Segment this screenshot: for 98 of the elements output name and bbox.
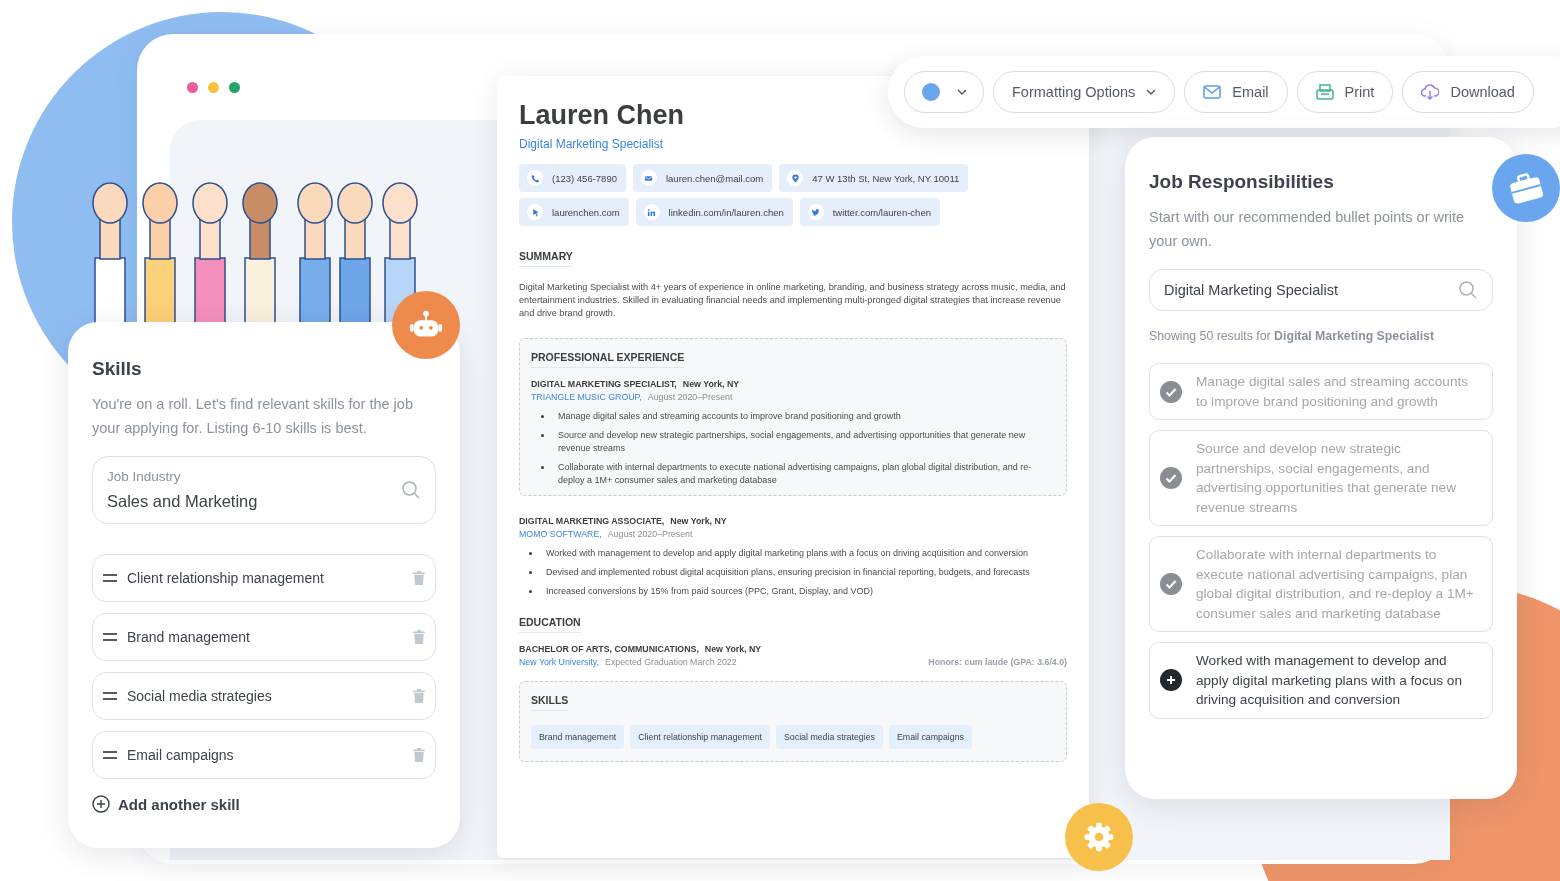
skill-name: Brand management [127,629,251,645]
chevron-down-icon[interactable] [957,89,967,95]
skill-tag: Social media strategies [776,725,883,749]
section-heading: EDUCATION [519,616,581,633]
card-description: Start with our recommended bullet points or write your own. [1149,208,1466,251]
plus-icon[interactable] [1160,669,1182,692]
trash-icon[interactable] [413,571,425,585]
drag-handle-icon[interactable] [103,691,117,701]
bullet-text: Devised and implemented robust digital acquisition plans, ensuring precision in financial reporting, budgets, and forecasts [546,566,1030,579]
check-icon[interactable] [1160,573,1182,595]
section-heading: SKILLS [531,694,569,711]
job-dates: August 2020–Present [647,392,733,402]
bullet-text: Source and develop new strategic partnerships, social engagements, and advertising opportunities that generate new revenue streams [558,429,1027,455]
print-button[interactable]: Print [1296,71,1394,113]
trash-icon[interactable] [413,748,425,762]
section-heading: PROFESSIONAL EXPERIENCE [531,351,685,368]
drag-handle-icon[interactable] [103,750,117,760]
skill-item[interactable]: Brand management [92,613,436,661]
bullet-dot [529,590,532,593]
skill-tag: Brand management [531,725,625,749]
email-button[interactable]: Email [1184,71,1288,113]
window-dot [229,82,240,93]
plus-circle-icon[interactable] [92,795,110,813]
bullet-text: Manage digital sales and streaming accounts to improve brand positioning and growth [558,410,901,423]
suggestion-text: Worked with management to develop and apply digital marketing plans with a focus on driving acquisition and conversion [1196,652,1463,709]
skill-item[interactable]: Email campaigns [92,731,436,779]
download-button[interactable]: Download [1402,71,1534,113]
color-swatch-icon[interactable] [921,82,941,102]
contact-text: lauren.chen@mail.com [665,172,764,184]
job-dates: August 2020–Present [607,529,693,539]
contact-text: (123) 456-7890 [552,172,617,184]
skill-tag: Email campaigns [888,725,972,749]
window-dot [208,82,219,93]
school-name: New York University, [519,657,599,667]
contact-text: linkedin.com/in/lauren.chen [668,206,784,218]
linkedin-icon [643,204,660,220]
location-pin-icon [787,170,804,186]
bullet-dot [529,571,532,574]
suggestion-text: Source and develop new strategic partnerships, social engagements, and advertising opportunities that generate new revenue streams [1196,440,1457,517]
job-title: DIGITAL MARKETING ASSOCIATE, [519,516,665,526]
school-location: New York, NY [704,644,762,654]
suggestion-item[interactable]: Worked with management to develop and apply digital marketing plans with a focus on driving acquisition and conversion [1149,642,1493,719]
check-icon[interactable] [1160,467,1182,489]
check-icon[interactable] [1160,380,1182,403]
search-icon[interactable] [401,480,421,500]
job-title: DIGITAL MARKETING SPECIALIST, [531,379,677,389]
trash-icon[interactable] [413,630,425,644]
company-name: MOMO SOFTWARE, [519,529,602,539]
bullet-dot [541,415,544,418]
resume-name: Lauren Chen [519,100,686,131]
suggestion-text: Manage digital sales and streaming accounts to improve brand positioning and growth [1196,373,1470,411]
bullet-dot [529,552,532,555]
formatting-dropdown[interactable]: Formatting Options [993,71,1176,113]
bullet-text: Increased conversions by 15% from paid sources (PPC, Grant, Display, and VOD) [546,585,873,598]
color-picker-button[interactable] [904,71,984,113]
graduation-date: Expected Graduation March 2022 [605,657,737,667]
contact-text: laurenchen.com [552,206,620,218]
window-dot [187,82,198,93]
job-location: New York, NY [682,379,740,389]
trash-icon[interactable] [413,689,425,703]
section-heading: SUMMARY [519,250,573,267]
add-skill-button[interactable]: Add another skill [92,793,240,815]
card-description: You're on a roll. Let's find relevant skills for the job your applying for. Listing 6-10 skills is best. [92,395,414,438]
skill-name: Social media strategies [127,688,273,704]
bullet-text: Collaborate with internal departments to execute national advertising campaigns, plan global digital distribution, and re-deploy a 1M+ consumer sales and marketing database [558,461,1033,487]
phone-icon [527,170,543,186]
contact-text: twitter.com/lauren-chen [832,206,931,218]
bullet-dot [541,466,544,469]
search-field[interactable]: Digital Marketing Specialist [1149,269,1493,311]
drag-handle-icon[interactable] [103,573,117,583]
job-industry-field[interactable]: Job Industry Sales and Marketing [92,456,436,524]
degree-title: BACHELOR OF ARTS, COMMUNICATIONS, [519,644,699,654]
cursor-icon [527,204,543,220]
skill-name: Email campaigns [127,747,235,763]
skill-tag: Client relationship management [630,725,770,749]
company-name: TRIANGLE MUSIC GROUP, [531,392,642,402]
chevron-down-icon[interactable] [1146,89,1157,95]
card-heading: Skills [92,358,143,380]
printer-icon[interactable] [1315,84,1334,100]
suggestion-text: Collaborate with internal departments to execute national advertising campaigns, plan global digital distribution, and re-deploy a 1M+ consumer sales and marketing database [1196,546,1475,623]
drag-handle-icon[interactable] [103,632,117,642]
results-note: Showing 50 results for Digital Marketing Specialist [1149,329,1435,343]
card-heading: Job Responsibilities [1149,171,1335,193]
envelope-icon[interactable] [1203,84,1222,100]
bullet-dot [541,434,544,437]
skill-name: Client relationship management [127,570,325,586]
honors-text: Honors: cum laude (GPA: 3.6/4.0) [928,657,1067,667]
skill-item[interactable]: Social media strategies [92,672,436,720]
resume-job-title: Digital Marketing Specialist [519,137,665,151]
bird-icon [807,204,824,220]
bullet-text: Worked with management to develop and apply digital marketing plans with a focus on driving acquisition and conversion [546,547,1029,560]
cloud-download-icon[interactable] [1421,84,1440,100]
skill-item[interactable]: Client relationship management [92,554,436,602]
search-icon[interactable] [1458,280,1478,300]
summary-text: Digital Marketing Specialist with 4+ years of experience in online marketing, branding, and business strategy across music, media, and entertainment industries. Skilled in evaluating financial needs and implementing multi-pronged digital strategies that increase revenue and drive brand growth. [519,281,1067,320]
job-location: New York, NY [670,516,727,526]
contact-text: 47 W 13th St, New York, NY 10011 [812,172,960,184]
envelope-icon [640,170,657,186]
